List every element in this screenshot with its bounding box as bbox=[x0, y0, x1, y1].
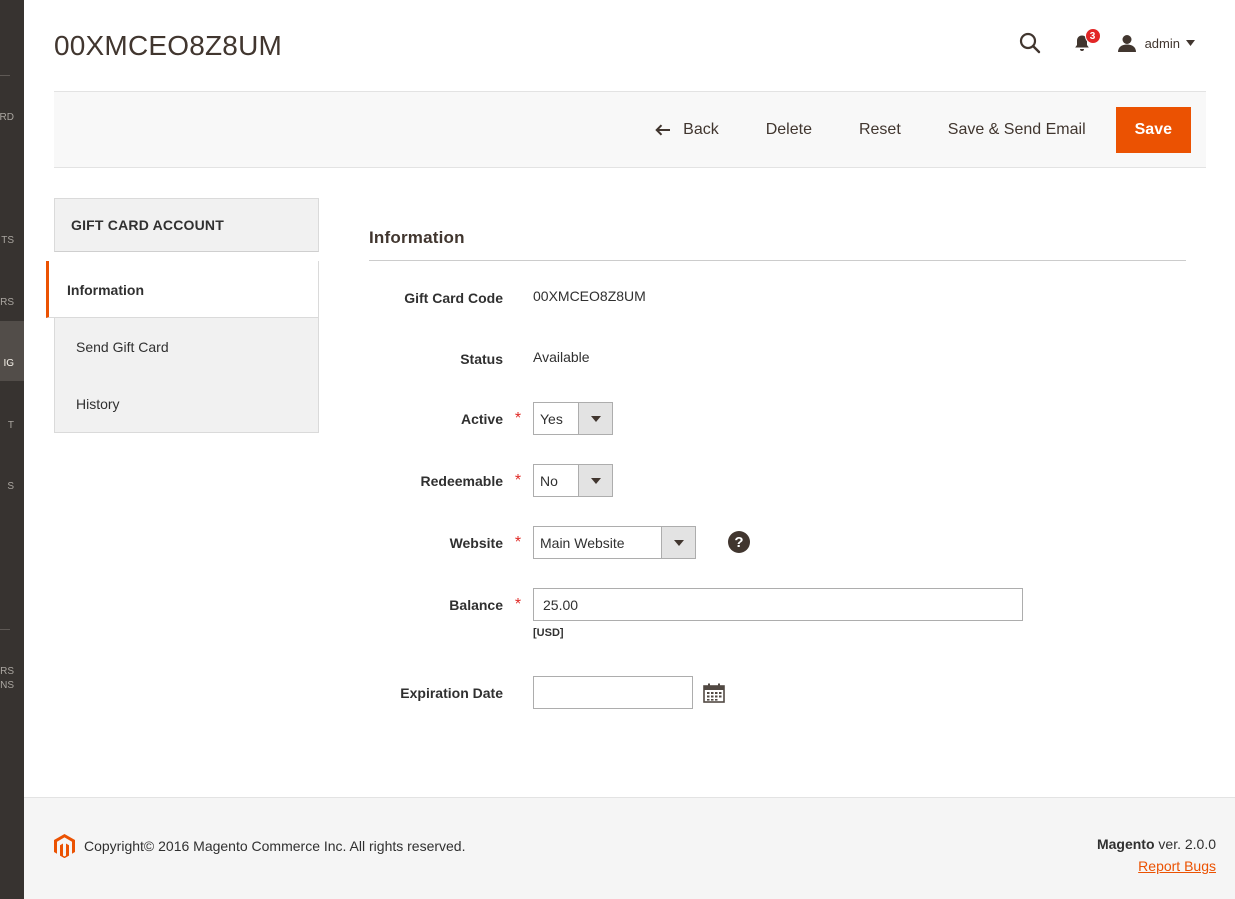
nav-item-content[interactable]: T bbox=[0, 419, 24, 433]
search-icon[interactable] bbox=[1015, 28, 1045, 58]
version-text: ver. 2.0.0 bbox=[1154, 836, 1216, 852]
calendar-icon[interactable] bbox=[703, 676, 725, 709]
tab-history[interactable]: History bbox=[55, 375, 318, 432]
admin-side-nav: RD TS RS IG T S ERS IONS bbox=[0, 0, 24, 899]
expiration-date-input[interactable] bbox=[533, 676, 693, 709]
nav-item-customers[interactable]: RS bbox=[0, 296, 24, 310]
back-button[interactable]: Back bbox=[655, 107, 719, 153]
fieldset-legend: Information bbox=[369, 228, 1186, 261]
information-fieldset: Information Gift Card Code 00XMCEO8Z8UM … bbox=[369, 228, 1186, 709]
field-redeemable: Redeemable * No bbox=[369, 464, 1186, 497]
copyright-text: Copyright© 2016 Magento Commerce Inc. Al… bbox=[84, 838, 466, 854]
field-expiration-date: Expiration Date bbox=[369, 676, 1186, 709]
balance-label: Balance bbox=[449, 597, 503, 613]
tabs-heading: GIFT CARD ACCOUNT bbox=[54, 198, 319, 252]
dropdown-arrow-icon bbox=[578, 465, 612, 496]
redeemable-label: Redeemable bbox=[420, 473, 503, 489]
delete-button[interactable]: Delete bbox=[766, 107, 812, 153]
field-website: Website * Main Website ? bbox=[369, 526, 1186, 559]
expiration-date-label: Expiration Date bbox=[400, 685, 503, 701]
chevron-down-icon bbox=[1186, 40, 1195, 46]
user-account-menu[interactable]: admin bbox=[1117, 34, 1195, 53]
header-actions: 3 admin bbox=[1015, 28, 1195, 58]
status-value: Available bbox=[533, 349, 590, 365]
nav-item-reports[interactable]: S bbox=[0, 480, 24, 494]
user-icon bbox=[1117, 34, 1136, 52]
required-mark: * bbox=[514, 410, 522, 427]
copyright: Copyright© 2016 Magento Commerce Inc. Al… bbox=[54, 834, 466, 858]
field-balance: Balance * [USD] bbox=[369, 588, 1186, 639]
reset-button[interactable]: Reset bbox=[859, 107, 901, 153]
tab-send-gift-card[interactable]: Send Gift Card bbox=[55, 318, 318, 375]
notification-count-badge: 3 bbox=[1084, 28, 1101, 44]
magento-logo-icon bbox=[54, 834, 75, 858]
page-footer: Copyright© 2016 Magento Commerce Inc. Al… bbox=[24, 797, 1235, 899]
notifications-bell-icon[interactable]: 3 bbox=[1067, 28, 1101, 58]
arrow-left-icon bbox=[655, 124, 671, 136]
page-actions-bar: Back Delete Reset Save & Send Email Save bbox=[54, 91, 1206, 168]
redeemable-select[interactable]: No bbox=[533, 464, 613, 497]
active-select-value: Yes bbox=[540, 410, 563, 427]
user-name-label: admin bbox=[1144, 35, 1180, 51]
status-label: Status bbox=[460, 351, 503, 367]
dropdown-arrow-icon bbox=[578, 403, 612, 434]
field-status: Status Available bbox=[369, 349, 1186, 369]
tab-information[interactable]: Information bbox=[46, 261, 318, 318]
required-mark: * bbox=[514, 472, 522, 489]
nav-divider bbox=[0, 75, 10, 76]
website-select[interactable]: Main Website bbox=[533, 526, 696, 559]
nav-item-partners[interactable]: ERS bbox=[0, 665, 24, 679]
help-icon[interactable]: ? bbox=[728, 531, 750, 553]
nav-divider bbox=[0, 629, 10, 630]
version-info: Magento ver. 2.0.0 Report Bugs bbox=[1097, 836, 1216, 874]
nav-item-products[interactable]: TS bbox=[0, 234, 24, 248]
redeemable-select-value: No bbox=[540, 472, 558, 489]
report-bugs-link[interactable]: Report Bugs bbox=[1097, 858, 1216, 874]
field-gift-card-code: Gift Card Code 00XMCEO8Z8UM bbox=[369, 288, 1186, 308]
page-title: 00XMCEO8Z8UM bbox=[54, 30, 283, 61]
balance-input[interactable] bbox=[533, 588, 1023, 621]
nav-item-marketing-label: IG bbox=[3, 358, 14, 369]
dropdown-arrow-icon bbox=[661, 527, 695, 558]
gift-card-account-tabs: GIFT CARD ACCOUNT Information Send Gift … bbox=[46, 198, 319, 433]
brand-name: Magento bbox=[1096, 836, 1155, 852]
nav-item-dashboard[interactable]: RD bbox=[0, 111, 24, 125]
nav-item-marketing[interactable]: IG bbox=[0, 321, 24, 381]
tabs-list: Information Send Gift Card History bbox=[46, 261, 319, 433]
nav-item-extensions[interactable]: IONS bbox=[0, 679, 24, 693]
required-mark: * bbox=[514, 534, 522, 551]
active-label: Active bbox=[460, 411, 503, 427]
website-select-value: Main Website bbox=[540, 534, 625, 551]
active-select[interactable]: Yes bbox=[533, 402, 613, 435]
save-button[interactable]: Save bbox=[1115, 107, 1191, 153]
balance-control: [USD] bbox=[533, 588, 1023, 639]
gift-card-code-label: Gift Card Code bbox=[404, 290, 503, 306]
currency-note: [USD] bbox=[533, 627, 564, 639]
gift-card-code-value: 00XMCEO8Z8UM bbox=[533, 288, 646, 304]
website-label: Website bbox=[449, 535, 503, 551]
field-active: Active * Yes bbox=[369, 402, 1186, 435]
required-mark: * bbox=[514, 596, 522, 613]
save-and-send-email-button[interactable]: Save & Send Email bbox=[948, 107, 1086, 153]
back-button-label: Back bbox=[683, 121, 719, 138]
